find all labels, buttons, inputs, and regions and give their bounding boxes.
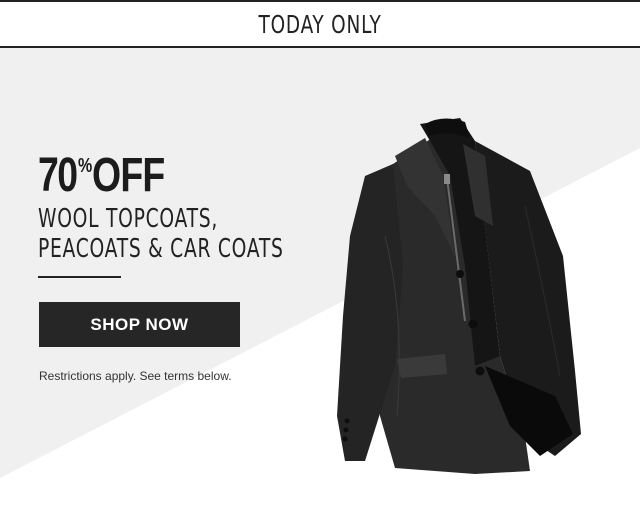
subhead-line-2: PEACOATS & CAR COATS bbox=[38, 234, 284, 264]
subhead-line-1: WOOL TOPCOATS, bbox=[38, 204, 218, 234]
off-label: OFF bbox=[92, 149, 165, 202]
restrictions-text: Restrictions apply. See terms below. bbox=[39, 369, 232, 383]
discount-percent: 70 bbox=[38, 149, 78, 202]
shop-now-button[interactable]: SHOP NOW bbox=[39, 302, 240, 347]
hero-section: 70 % OFF WOOL TOPCOATS, PEACOATS & CAR C… bbox=[0, 48, 640, 518]
percent-sign: % bbox=[78, 155, 93, 177]
offer-block: 70 % OFF WOOL TOPCOATS, PEACOATS & CAR C… bbox=[38, 152, 379, 265]
discount-headline: 70 % OFF bbox=[38, 152, 379, 200]
divider bbox=[38, 276, 121, 278]
banner-text: TODAY ONLY bbox=[258, 9, 382, 39]
top-banner: TODAY ONLY bbox=[0, 0, 640, 48]
